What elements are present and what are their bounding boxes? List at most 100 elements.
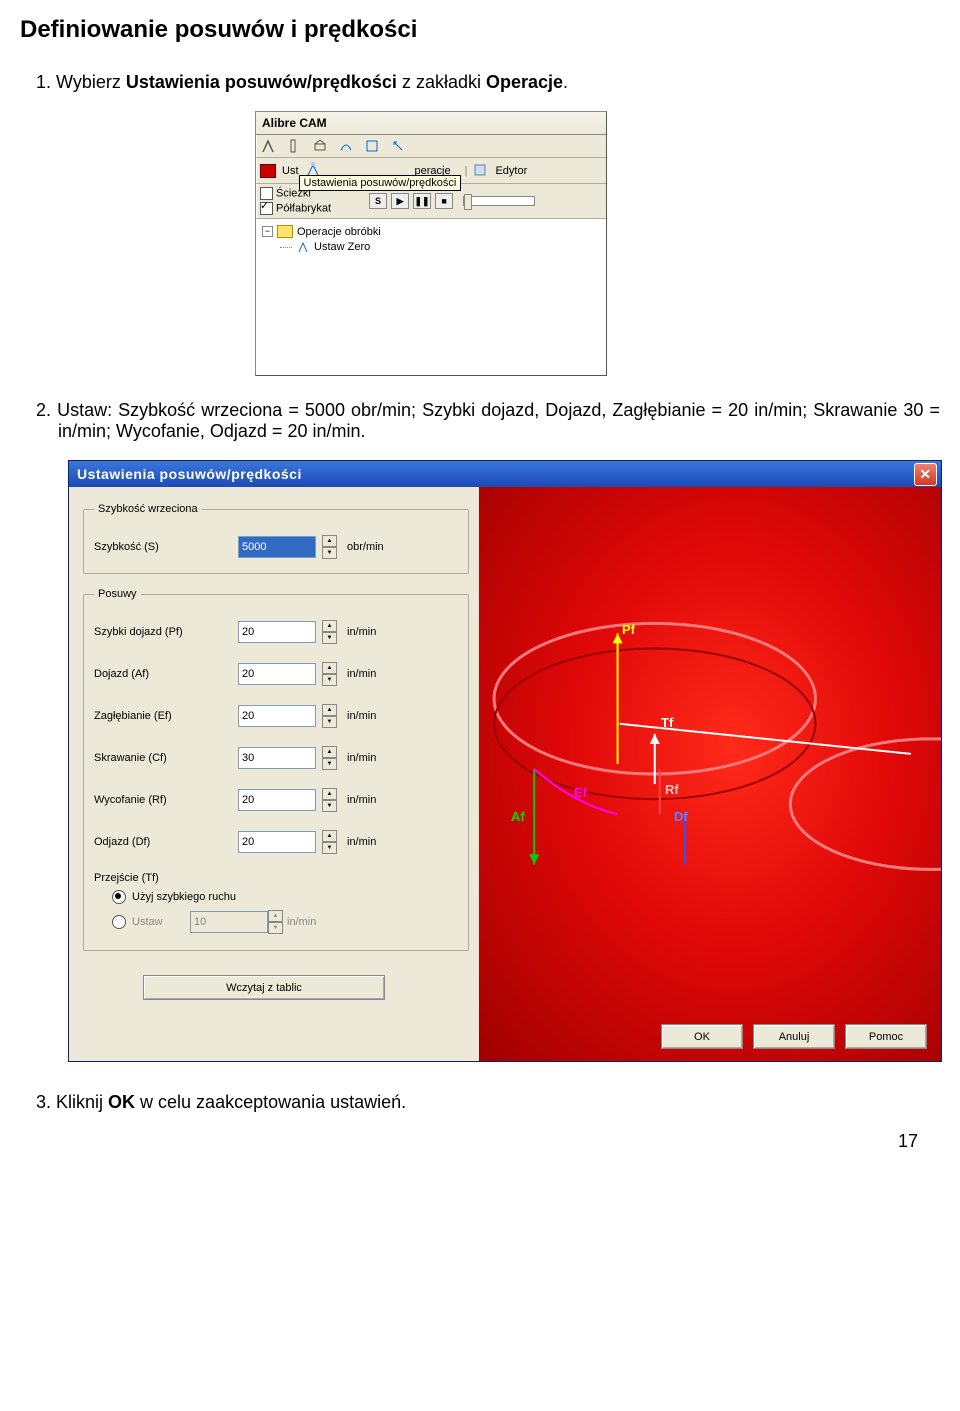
tree-child-label: Ustaw Zero: [314, 241, 370, 253]
feed-spinner-pf[interactable]: ▲▼: [322, 620, 337, 644]
feed-label-df: Odjazd (Df): [94, 836, 232, 848]
tree-connector: [280, 247, 292, 248]
tool-icon-6[interactable]: [390, 138, 406, 154]
step3-prefix: 3. Kliknij: [36, 1092, 108, 1112]
feed-input-af[interactable]: [238, 663, 316, 685]
feed-input-rf[interactable]: [238, 789, 316, 811]
feed-input-df[interactable]: [238, 831, 316, 853]
feed-input-cf[interactable]: [238, 747, 316, 769]
stop-button[interactable]: ■: [435, 193, 453, 209]
diagram-label-ef: Ef: [574, 785, 587, 800]
feeds-speeds-button[interactable]: Ustawienia posuwów/prędkości: [305, 161, 321, 180]
feed-row-ef: Zagłębianie (Ef) ▲▼ in/min: [94, 704, 458, 728]
radio-fast-row[interactable]: Użyj szybkiego ruchu: [112, 890, 458, 904]
spindle-speed-group: Szybkość wrzeciona Szybkość (S) ▲▼ obr/m…: [83, 503, 469, 574]
step-2: 2. Ustaw: Szybkość wrzeciona = 5000 obr/…: [58, 400, 940, 442]
close-icon[interactable]: ✕: [914, 463, 937, 486]
dialog-titlebar[interactable]: Ustawienia posuwów/prędkości ✕: [69, 461, 941, 487]
feed-input-ef[interactable]: [238, 705, 316, 727]
help-button[interactable]: Pomoc: [845, 1024, 927, 1049]
spindle-speed-input[interactable]: [238, 536, 316, 558]
tool-icon-1[interactable]: [260, 138, 276, 154]
dialog-button-row: OK Anuluj Pomoc: [661, 1024, 927, 1049]
step-1: 1. Wybierz Ustawienia posuwów/prędkości …: [58, 72, 940, 93]
load-from-tables-button[interactable]: Wczytaj z tablic: [143, 975, 385, 1000]
transition-label: Przejście (Tf): [94, 872, 458, 884]
feeds-diagram: [479, 487, 941, 1061]
spindle-speed-legend: Szybkość wrzeciona: [94, 503, 202, 515]
tool-icon-2[interactable]: [286, 138, 302, 154]
feed-label-pf: Szybki dojazd (Pf): [94, 626, 232, 638]
feed-row-pf: Szybki dojazd (Pf) ▲▼ in/min: [94, 620, 458, 644]
feed-row-rf: Wycofanie (Rf) ▲▼ in/min: [94, 788, 458, 812]
diagram-label-pf: Pf: [622, 622, 635, 637]
step1-suffix: .: [563, 72, 568, 92]
tree-root-label: Operacje obróbki: [297, 226, 381, 238]
panel-toolbar-2: Ust Ustawienia posuwów/prędkości peracje…: [256, 158, 606, 184]
feeds-speeds-tooltip: Ustawienia posuwów/prędkości: [299, 175, 462, 191]
alibre-cam-panel: Alibre CAM Ust Ustawienia posuwów/prędko…: [255, 111, 607, 376]
panel-toolbar-icons: [256, 135, 606, 158]
step1-bold1: Ustawienia posuwów/prędkości: [126, 72, 397, 92]
step1-mid: z zakładki: [397, 72, 486, 92]
feed-spinner-rf[interactable]: ▲▼: [322, 788, 337, 812]
feeds-speeds-dialog: Ustawienia posuwów/prędkości ✕ Szybkość …: [68, 460, 942, 1062]
stock-checkbox[interactable]: [260, 202, 273, 215]
feed-spinner-af[interactable]: ▲▼: [322, 662, 337, 686]
feed-unit-pf: in/min: [347, 626, 376, 638]
feeds-group: Posuwy Szybki dojazd (Pf) ▲▼ in/min Doja…: [83, 588, 469, 951]
radio-set-label: Ustaw: [132, 916, 190, 928]
diagram-label-rf: Rf: [665, 782, 679, 797]
transition-input: [190, 911, 268, 933]
sim-slider[interactable]: [463, 196, 535, 206]
feed-row-cf: Skrawanie (Cf) ▲▼ in/min: [94, 746, 458, 770]
stock-label: Półfabrykat: [276, 202, 331, 214]
feed-spinner-cf[interactable]: ▲▼: [322, 746, 337, 770]
feed-unit-cf: in/min: [347, 752, 376, 764]
play-button[interactable]: ▶: [391, 193, 409, 209]
spindle-speed-spinner[interactable]: ▲▼: [322, 535, 337, 559]
feed-input-pf[interactable]: [238, 621, 316, 643]
ok-button[interactable]: OK: [661, 1024, 743, 1049]
feed-label-cf: Skrawanie (Cf): [94, 752, 232, 764]
step-3: 3. Kliknij OK w celu zaakceptowania usta…: [58, 1092, 940, 1113]
spindle-speed-unit: obr/min: [347, 541, 384, 553]
step3-bold: OK: [108, 1092, 135, 1112]
radio-fast[interactable]: [112, 890, 126, 904]
collapse-icon[interactable]: −: [262, 226, 273, 237]
editor-icon[interactable]: [473, 163, 489, 179]
ust-text: Ust: [282, 165, 299, 177]
cancel-button[interactable]: Anuluj: [753, 1024, 835, 1049]
step1-prefix: 1. Wybierz: [36, 72, 126, 92]
dialog-preview: Pf Tf Ef Af Rf Df OK Anuluj Pomoc: [479, 487, 941, 1061]
diagram-label-tf: Tf: [661, 715, 673, 730]
feed-label-af: Dojazd (Af): [94, 668, 232, 680]
feeds-legend: Posuwy: [94, 588, 141, 600]
feed-unit-af: in/min: [347, 668, 376, 680]
tree-root-row[interactable]: − Operacje obróbki: [262, 224, 600, 239]
feed-spinner-ef[interactable]: ▲▼: [322, 704, 337, 728]
spindle-speed-row: Szybkość (S) ▲▼ obr/min: [94, 535, 458, 559]
panel-title: Alibre CAM: [256, 112, 606, 135]
feed-label-rf: Wycofanie (Rf): [94, 794, 232, 806]
feed-unit-ef: in/min: [347, 710, 376, 722]
transition-unit: in/min: [287, 916, 316, 928]
feed-unit-rf: in/min: [347, 794, 376, 806]
feed-unit-df: in/min: [347, 836, 376, 848]
dialog-title: Ustawienia posuwów/prędkości: [77, 466, 302, 482]
step1-bold2: Operacje: [486, 72, 563, 92]
pause-button[interactable]: ❚❚: [413, 193, 431, 209]
radio-set[interactable]: [112, 915, 126, 929]
tool-icon-5[interactable]: [364, 138, 380, 154]
editor-label: Edytor: [495, 165, 527, 177]
tool-icon-4[interactable]: [338, 138, 354, 154]
s-button[interactable]: S: [369, 193, 387, 209]
tree-child-row[interactable]: Ustaw Zero: [280, 239, 600, 255]
radio-set-row[interactable]: Ustaw ▲▼ in/min: [112, 910, 458, 934]
tool-icon-3[interactable]: [312, 138, 328, 154]
radio-fast-label: Użyj szybkiego ruchu: [132, 891, 236, 903]
feed-spinner-df[interactable]: ▲▼: [322, 830, 337, 854]
spindle-speed-label: Szybkość (S): [94, 541, 232, 553]
book-icon[interactable]: [260, 164, 276, 178]
setzero-icon: [296, 240, 310, 254]
